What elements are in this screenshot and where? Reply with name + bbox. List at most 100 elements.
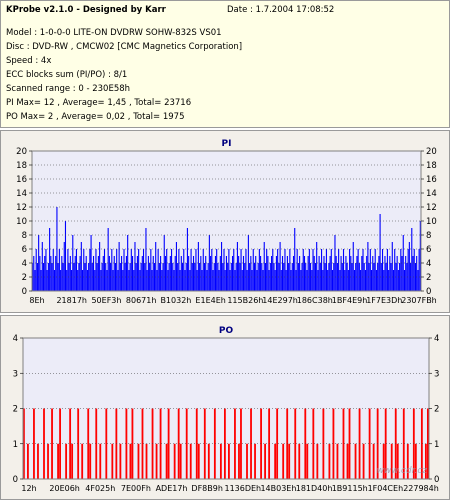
pi-bar [288, 263, 290, 291]
pi-bar [275, 256, 277, 291]
po-xtick-label: DF8B9h [191, 484, 223, 493]
pi-bar [44, 256, 46, 291]
pi-ytick-label-left: 14 [16, 189, 27, 199]
pi-bar [392, 270, 395, 291]
pi-bar [164, 256, 167, 291]
pi-bar [67, 249, 69, 291]
pi-bar [246, 270, 248, 291]
pi-bar [77, 270, 79, 291]
pi-bar [161, 270, 163, 291]
pi-bar [256, 270, 258, 291]
pi-bar [114, 263, 117, 291]
pi-bar [196, 270, 198, 291]
pi-xtick-label: 14E297h [262, 296, 298, 305]
pi-bar [413, 249, 415, 291]
pi-bar [349, 249, 351, 291]
pi-bar [267, 256, 269, 291]
po-bar [228, 443, 230, 479]
po-bar [155, 443, 158, 479]
pi-bar [321, 249, 323, 291]
po-bar [65, 443, 68, 479]
pi-bar [166, 249, 168, 291]
pi-bar [99, 242, 101, 291]
pi-bar [351, 263, 353, 291]
po-stats-line: PO Max= 2 , Average= 0,02 , Total= 1975 [6, 112, 185, 122]
pi-bar [336, 263, 338, 291]
pi-bar [331, 270, 334, 291]
pi-bar [274, 270, 276, 291]
pi-bar [411, 228, 413, 291]
pi-bar [41, 242, 43, 291]
po-bar [137, 443, 140, 479]
pi-bar [268, 270, 270, 291]
po-bar [197, 443, 200, 479]
po-bar [71, 443, 74, 479]
pi-bar [300, 270, 302, 291]
pi-bar [111, 249, 113, 291]
pi-xtick-label: 186C38h [297, 296, 333, 305]
po-bar [234, 408, 236, 479]
pi-bar [79, 256, 81, 291]
po-bar [47, 443, 49, 479]
pi-bar [292, 256, 295, 291]
po-bar [87, 408, 90, 479]
pi-bar [89, 249, 91, 291]
po-bar [288, 443, 291, 479]
po-ytick-label-right: 3 [434, 369, 439, 379]
pi-bar [197, 242, 199, 291]
pi-bar [369, 249, 371, 291]
pi-bar [129, 263, 131, 291]
pi-ytick-label-right: 2 [426, 273, 431, 283]
pi-chart-panel: PI 0 0 2 2 4 4 6 6 8 8 10 10 12 12 14 14 16 16 18 18 20 20 8Eh 2… [0, 130, 450, 313]
pi-bar [169, 256, 171, 291]
pi-ytick-label-right: 12 [426, 203, 437, 213]
pi-bar [414, 263, 416, 291]
pi-bar [401, 256, 403, 291]
pi-ytick-label-left: 8 [22, 231, 27, 241]
pi-bar [63, 242, 65, 291]
pi-ytick-label-right: 4 [426, 259, 431, 269]
pi-bar [55, 256, 57, 291]
pi-bar [69, 256, 71, 291]
po-xtick-label: 1136DEh [224, 484, 261, 493]
pi-bar [224, 270, 226, 291]
po-bar [207, 443, 210, 479]
scan-date: Date : 1.7.2004 17:08:52 [227, 5, 335, 15]
pi-bar [335, 256, 337, 291]
pi-bar [200, 256, 202, 291]
po-bar [316, 443, 319, 479]
pi-bar [112, 270, 114, 291]
pi-bar [156, 270, 158, 291]
pi-bar [388, 270, 390, 291]
pi-bar [279, 242, 281, 291]
pi-bar [103, 249, 106, 291]
pi-bar [122, 270, 124, 291]
pi-bar [173, 270, 175, 291]
po-ytick-label-left: 3 [13, 369, 18, 379]
pi-bar [95, 249, 97, 291]
pi-bar [211, 249, 213, 291]
pi-bar [47, 263, 49, 291]
po-bar [372, 443, 375, 479]
pi-xtick-label: 2307FBh [401, 296, 437, 305]
pi-bar [353, 270, 356, 291]
pi-bar [264, 263, 267, 291]
pi-bar [258, 249, 260, 291]
pi-bar [105, 263, 107, 291]
pi-bar [378, 256, 380, 291]
pi-bar [203, 263, 206, 291]
pi-bar [311, 270, 313, 291]
range-line: Scanned range : 0 - 230E58h [6, 84, 131, 94]
po-bar [179, 443, 182, 479]
pi-bar [408, 242, 410, 291]
pi-bar [107, 228, 109, 291]
po-bar [37, 443, 39, 479]
po-bar [264, 443, 266, 479]
pi-bar [308, 249, 310, 291]
pi-bar [84, 263, 86, 291]
po-bar [173, 443, 176, 479]
pi-ytick-label-right: 14 [426, 189, 437, 199]
pi-bar [151, 270, 153, 291]
pi-bar [39, 256, 41, 291]
pi-bar [74, 256, 76, 291]
